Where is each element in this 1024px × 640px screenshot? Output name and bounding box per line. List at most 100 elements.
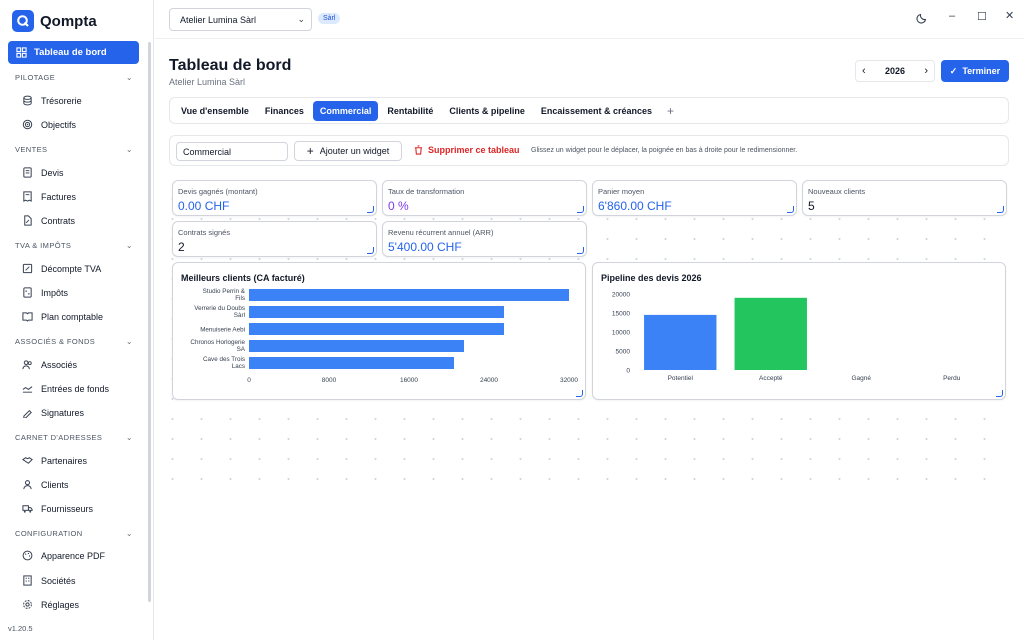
sidebar: Qompta Tableau de bord PILOTAGE ⌄ Trésore… <box>0 0 154 640</box>
sidebar-scrollbar[interactable] <box>148 42 151 602</box>
section-title: CARNET D'ADRESSES <box>15 433 103 442</box>
sidebar-item-impots[interactable]: Impôts <box>22 287 68 298</box>
kpi-card-arr[interactable]: Revenu récurrent annuel (ARR) 5'400.00 C… <box>382 221 587 257</box>
tab-finances[interactable]: Finances <box>258 101 311 121</box>
finish-button[interactable]: ✓ Terminer <box>941 60 1009 82</box>
sidebar-item-reglages[interactable]: Réglages <box>22 599 79 610</box>
sidebar-item-apparence-pdf[interactable]: Apparence PDF <box>22 550 105 561</box>
sidebar-item-tableau-de-bord[interactable]: Tableau de bord <box>8 41 139 64</box>
sidebar-item-fournisseurs[interactable]: Fournisseurs <box>22 503 93 514</box>
dashboard-name-input[interactable] <box>176 142 288 161</box>
chevron-down-icon: ⌄ <box>125 337 133 346</box>
sidebar-item-label: Associés <box>41 359 78 370</box>
chart-card-top-clients[interactable]: Meilleurs clients (CA facturé) Studio Pe… <box>172 262 586 400</box>
main-content: Tableau de bord Atelier Lumina Sàrl ‹ 20… <box>155 40 1024 640</box>
plus-icon: + <box>306 144 314 158</box>
tab-clients-pipeline[interactable]: Clients & pipeline <box>442 101 532 121</box>
sidebar-item-label: Clients <box>41 479 69 490</box>
sidebar-item-label: Réglages <box>41 599 80 610</box>
kpi-card-contrats-signes[interactable]: Contrats signés 2 <box>172 221 377 257</box>
company-select[interactable]: Atelier Lumina Sàrl ⌄ <box>169 8 312 31</box>
top-clients-bar-chart: Studio Perrin & Fils Verrerie du Doubs Sàrl… <box>190 288 578 384</box>
y-tick-label: 20000 <box>612 292 630 299</box>
resize-handle[interactable] <box>576 390 583 397</box>
logo-icon <box>12 10 34 32</box>
minimize-icon[interactable]: – <box>949 10 955 22</box>
resize-handle[interactable] <box>367 247 374 254</box>
supplier-icon <box>22 505 33 513</box>
kpi-value: 5 <box>808 199 815 213</box>
sidebar-item-associes[interactable]: Associés <box>22 359 77 370</box>
kpi-card-taux-transformation[interactable]: Taux de transformation 0 % <box>382 180 587 216</box>
sidebar-item-objectifs[interactable]: Objectifs <box>22 119 76 130</box>
funds-icon <box>22 386 33 393</box>
sidebar-item-signatures[interactable]: Signatures <box>22 407 84 418</box>
resize-handle[interactable] <box>577 247 584 254</box>
chevron-right-icon[interactable]: › <box>924 65 928 77</box>
tab-commercial[interactable]: Commercial <box>312 100 379 121</box>
category-label: Menuiserie Aebi <box>200 327 245 334</box>
kpi-value: 2 <box>178 240 185 254</box>
sidebar-item-societes[interactable]: Sociétés <box>22 575 76 586</box>
section-associes-fonds[interactable]: ASSOCIÉS & FONDS ⌄ <box>15 337 133 346</box>
kpi-card-panier-moyen[interactable]: Panier moyen 6'860.00 CHF <box>592 180 797 216</box>
sidebar-item-factures[interactable]: Factures <box>22 191 76 202</box>
target-icon <box>22 119 33 130</box>
section-carnet-adresses[interactable]: CARNET D'ADRESSES ⌄ <box>15 433 133 442</box>
y-tick-label: 10000 <box>612 330 630 337</box>
sidebar-item-tresorerie[interactable]: Trésorerie <box>22 95 82 106</box>
section-configuration[interactable]: CONFIGURATION ⌄ <box>15 529 133 538</box>
delete-board-button[interactable]: Supprimer ce tableau <box>414 145 520 155</box>
sidebar-item-label: Trésorerie <box>41 95 82 106</box>
sidebar-item-entrees-de-fonds[interactable]: Entrées de fonds <box>22 383 109 394</box>
kpi-card-nouveaux-clients[interactable]: Nouveaux clients 5 <box>802 180 1007 216</box>
tab-vue-ensemble[interactable]: Vue d'ensemble <box>174 101 256 121</box>
app-logo: Qompta <box>12 10 97 32</box>
bar-5 <box>249 357 454 369</box>
theme-toggle-moon-icon[interactable] <box>916 12 928 27</box>
dashboard-icon <box>16 47 27 58</box>
signature-icon <box>23 409 32 418</box>
section-ventes[interactable]: VENTES ⌄ <box>15 145 133 154</box>
chevron-down-icon: ⌄ <box>125 73 133 82</box>
sidebar-item-plan-comptable[interactable]: Plan comptable <box>22 311 103 322</box>
tab-rentabilite[interactable]: Rentabilité <box>380 101 440 121</box>
sidebar-item-partenaires[interactable]: Partenaires <box>22 455 87 466</box>
resize-handle[interactable] <box>577 206 584 213</box>
palette-icon <box>22 550 33 561</box>
resize-handle[interactable] <box>367 206 374 213</box>
sidebar-item-label: Décompte TVA <box>41 263 102 274</box>
close-icon[interactable]: ✕ <box>1005 9 1014 22</box>
pipeline-bar-chart: 0 5000 10000 15000 20000 Potentiel Accepté Gagn… <box>612 292 961 383</box>
sidebar-item-label: Impôts <box>41 287 69 298</box>
resize-handle[interactable] <box>997 206 1004 213</box>
page-title: Tableau de bord <box>169 57 292 74</box>
vat-icon <box>22 263 33 274</box>
section-title: ASSOCIÉS & FONDS <box>15 337 96 346</box>
sidebar-item-clients[interactable]: Clients <box>22 479 69 490</box>
tab-encaissement-creances[interactable]: Encaissement & créances <box>534 101 659 121</box>
bar-3 <box>249 323 504 335</box>
sidebar-item-decompte-tva[interactable]: Décompte TVA <box>22 263 101 274</box>
year-value: 2026 <box>884 66 906 76</box>
quote-icon <box>23 167 32 178</box>
resize-handle[interactable] <box>787 206 794 213</box>
x-tick-label: 8000 <box>322 377 337 384</box>
page-subtitle: Atelier Lumina Sàrl <box>169 77 246 87</box>
kpi-value: 0 % <box>388 199 409 213</box>
chart-card-pipeline[interactable]: Pipeline des devis 2026 0 5000 10000 15000 2… <box>592 262 1006 400</box>
section-pilotage[interactable]: PILOTAGE ⌄ <box>15 73 133 82</box>
add-tab-plus-icon[interactable]: + <box>661 104 680 118</box>
kpi-label: Taux de transformation <box>388 187 465 196</box>
dashboard-toolbar: + Ajouter un widget Supprimer ce tableau… <box>169 135 1009 166</box>
maximize-icon[interactable]: ☐ <box>977 10 987 23</box>
resize-handle[interactable] <box>996 390 1003 397</box>
kpi-card-devis-gagnes[interactable]: Devis gagnés (montant) 0.00 CHF <box>172 180 377 216</box>
sidebar-item-devis[interactable]: Devis <box>22 167 64 178</box>
add-widget-button[interactable]: + Ajouter un widget <box>294 141 402 161</box>
section-tva-impots[interactable]: TVA & IMPÔTS ⌄ <box>15 241 133 250</box>
sidebar-item-contrats[interactable]: Contrats <box>22 215 75 226</box>
chevron-left-icon[interactable]: ‹ <box>862 65 866 77</box>
kpi-label: Devis gagnés (montant) <box>178 187 258 196</box>
sidebar-item-label: Sociétés <box>41 575 76 586</box>
